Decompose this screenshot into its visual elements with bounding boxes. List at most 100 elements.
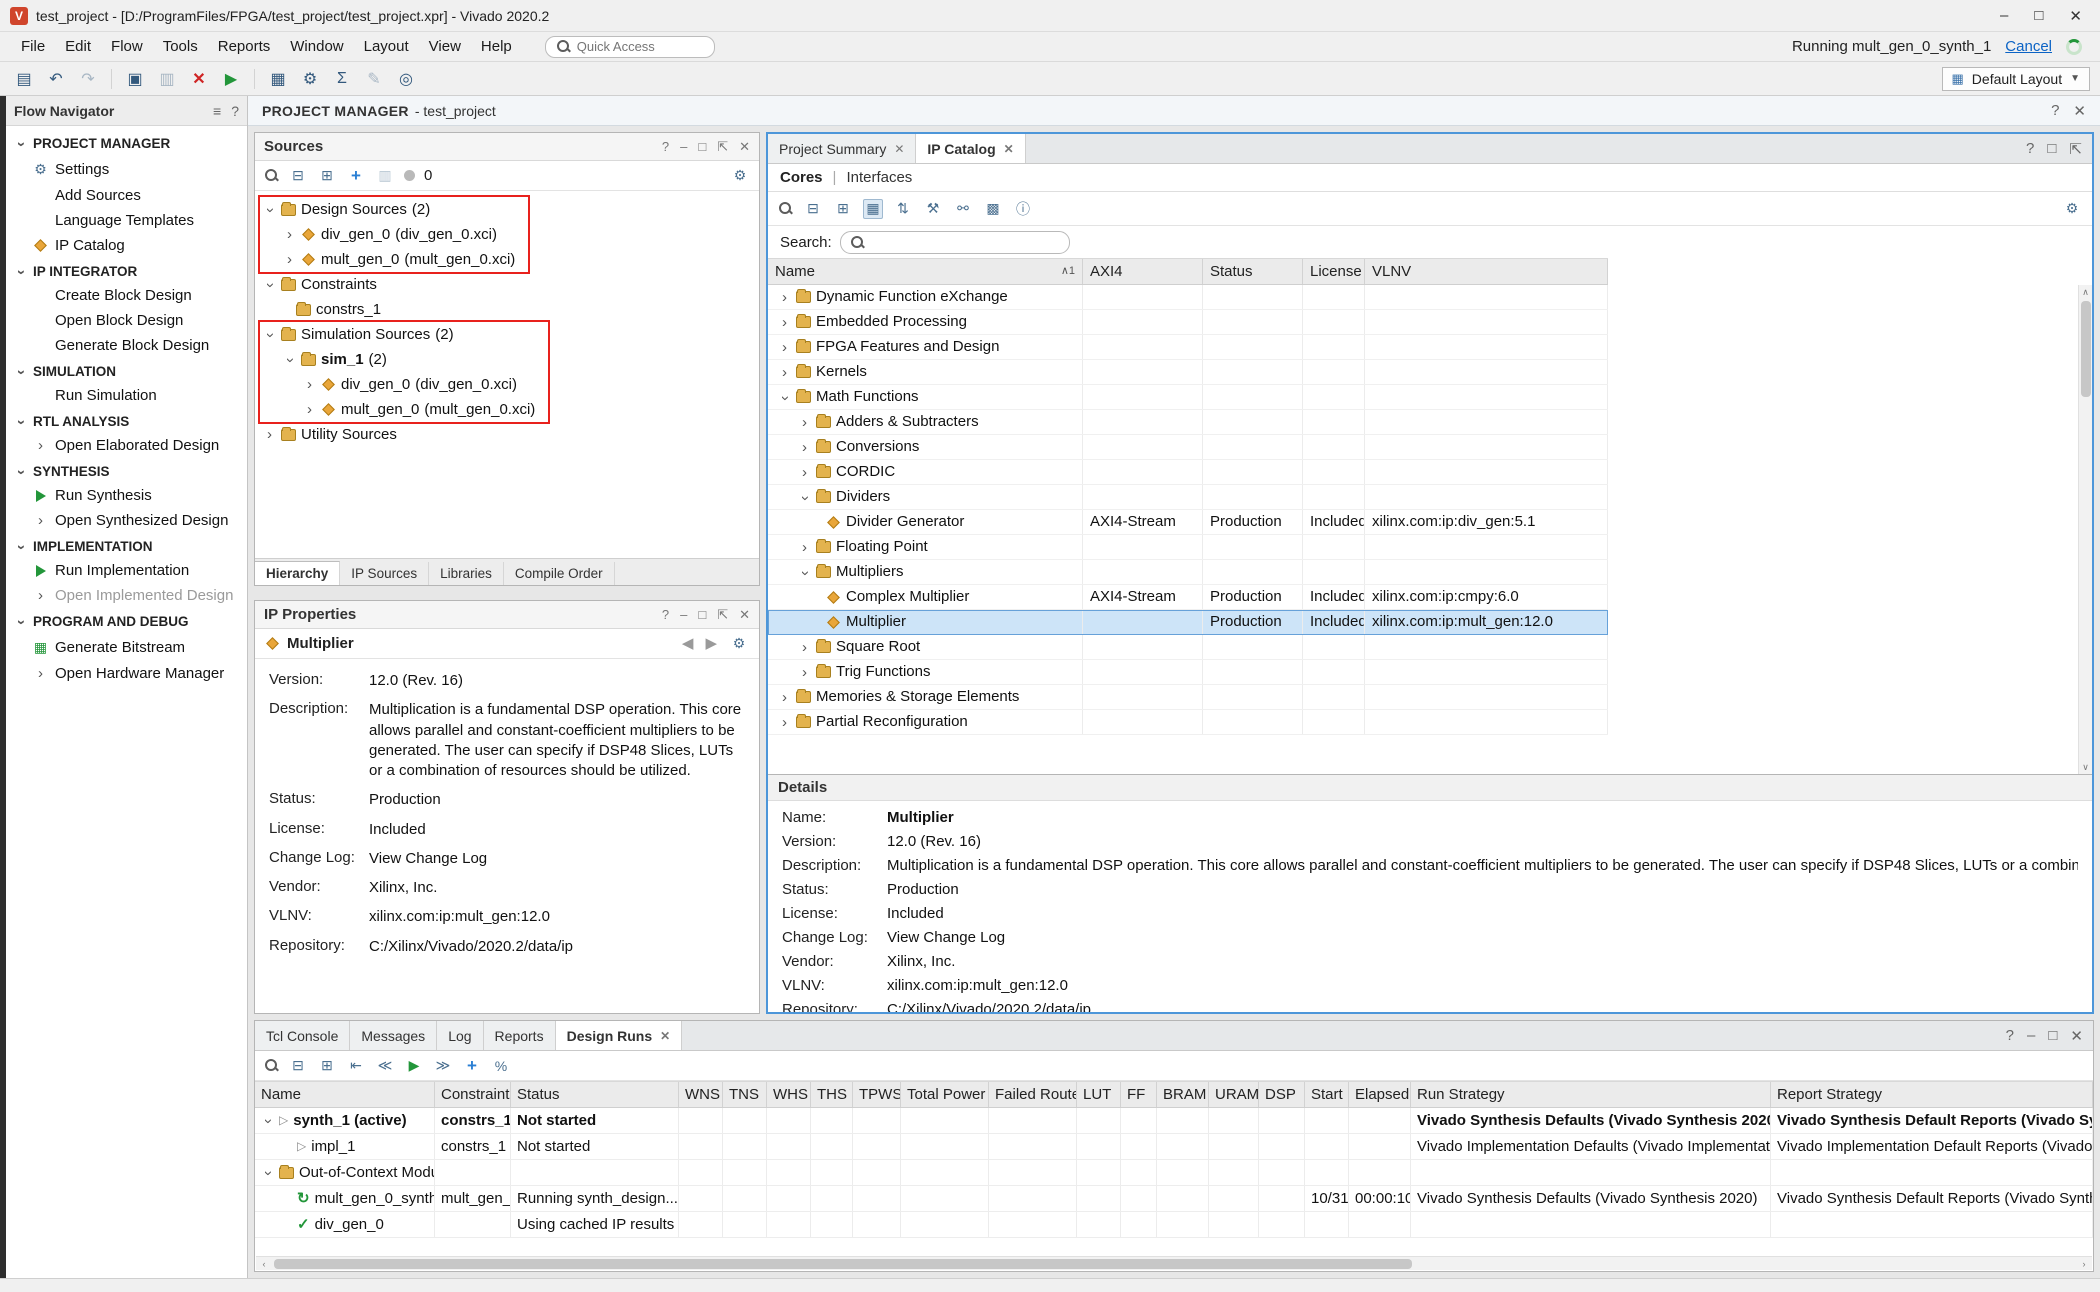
catalog-row[interactable]: ›Kernels xyxy=(768,360,1608,385)
run-icon[interactable]: ▶ xyxy=(217,66,245,92)
subtab-interfaces[interactable]: Interfaces xyxy=(846,169,912,186)
sidebar-item-run-simulation[interactable]: Run Simulation xyxy=(6,383,247,408)
chevron-right-icon[interactable]: › xyxy=(303,377,316,392)
tree-item-sim-mult-gen[interactable]: › mult_gen_0(mult_gen_0.xci) xyxy=(255,397,759,422)
column-header[interactable]: BRAM xyxy=(1157,1082,1209,1107)
flow-nav-section-ip-integrator[interactable]: › IP INTEGRATOR xyxy=(6,258,247,283)
chevron-down-icon[interactable]: › xyxy=(261,1115,276,1128)
stop-icon[interactable]: ✕ xyxy=(185,66,213,92)
column-header[interactable]: THS xyxy=(811,1082,853,1107)
collapse-all-icon[interactable]: ⊟ xyxy=(288,1056,308,1076)
scroll-down-icon[interactable]: ∨ xyxy=(2082,760,2089,774)
help-icon[interactable]: ? xyxy=(2051,102,2059,120)
tab-hierarchy[interactable]: Hierarchy xyxy=(255,561,340,585)
vertical-scrollbar[interactable]: ∧ ∨ xyxy=(2078,285,2092,774)
flow-nav-section-rtl-analysis[interactable]: › RTL ANALYSIS xyxy=(6,408,247,433)
catalog-row[interactable]: ›Embedded Processing xyxy=(768,310,1608,335)
close-icon[interactable]: ✕ xyxy=(894,142,904,156)
column-header-axi4[interactable]: AXI4 xyxy=(1083,259,1203,284)
help-icon[interactable]: ? xyxy=(2026,140,2034,157)
sidebar-item-open-synthesized-design[interactable]: › Open Synthesized Design xyxy=(6,508,247,533)
scroll-left-icon[interactable]: ‹ xyxy=(256,1259,272,1269)
chevron-down-icon[interactable]: › xyxy=(778,391,793,404)
maximize-icon[interactable]: □ xyxy=(2034,7,2043,25)
chevron-right-icon[interactable]: › xyxy=(778,315,791,330)
catalog-row-multiplier-selected[interactable]: Multiplier ProductionIncludedxilinx.com:… xyxy=(768,610,1608,635)
sidebar-item-create-block-design[interactable]: Create Block Design xyxy=(6,283,247,308)
scrollbar-thumb[interactable] xyxy=(274,1259,1412,1269)
column-header[interactable]: Constraints xyxy=(435,1082,511,1107)
chevron-down-icon[interactable]: › xyxy=(263,204,278,217)
catalog-row[interactable]: ›Square Root xyxy=(768,635,1608,660)
catalog-row-multipliers[interactable]: ›Multipliers xyxy=(768,560,1608,585)
sidebar-item-generate-bitstream[interactable]: ▦ Generate Bitstream xyxy=(6,633,247,661)
collapse-all-icon[interactable]: ⊟ xyxy=(288,166,308,186)
float-icon[interactable]: □ xyxy=(698,607,706,623)
sum-icon[interactable]: Σ xyxy=(328,66,356,92)
menu-window[interactable]: Window xyxy=(281,35,352,58)
catalog-row-divider-generator[interactable]: Divider Generator AXI4-StreamProductionI… xyxy=(768,510,1608,535)
minimize-icon[interactable]: – xyxy=(680,607,687,623)
menu-view[interactable]: View xyxy=(420,35,470,58)
cancel-run-link[interactable]: Cancel xyxy=(2005,38,2052,55)
flow-nav-section-program-and-debug[interactable]: › PROGRAM AND DEBUG xyxy=(6,608,247,633)
column-header-status[interactable]: Status xyxy=(1203,259,1303,284)
close-icon[interactable]: ✕ xyxy=(2073,102,2086,120)
chevron-right-icon[interactable]: › xyxy=(34,513,47,528)
expand-all-icon[interactable]: ⊞ xyxy=(317,1056,337,1076)
chevron-right-icon[interactable]: › xyxy=(778,690,791,705)
flow-nav-section-simulation[interactable]: › SIMULATION xyxy=(6,358,247,383)
sidebar-item-open-hardware-manager[interactable]: › Open Hardware Manager xyxy=(6,661,247,686)
report-icon[interactable]: ▣ xyxy=(121,66,149,92)
chevron-right-icon[interactable]: › xyxy=(798,665,811,680)
first-icon[interactable]: ⇤ xyxy=(346,1056,366,1076)
run-row-ooc-group[interactable]: ›Out-of-Context Module Runs xyxy=(255,1160,2093,1186)
search-icon[interactable] xyxy=(778,201,793,216)
tab-compile-order[interactable]: Compile Order xyxy=(504,562,615,585)
run-row-impl-1[interactable]: ▷impl_1 constrs_1 Not started Vivado Imp… xyxy=(255,1134,2093,1160)
chevron-down-icon[interactable]: › xyxy=(261,1167,276,1180)
run-icon[interactable]: ▶ xyxy=(404,1056,424,1076)
sidebar-item-ip-catalog[interactable]: IP Catalog xyxy=(6,233,247,258)
tab-libraries[interactable]: Libraries xyxy=(429,562,504,585)
column-header[interactable]: Run Strategy xyxy=(1411,1082,1771,1107)
run-row-div-gen[interactable]: ✓div_gen_0 Using cached IP results xyxy=(255,1212,2093,1238)
tab-log[interactable]: Log xyxy=(437,1021,483,1050)
chevron-right-icon[interactable]: › xyxy=(778,290,791,305)
catalog-row[interactable]: ›FPGA Features and Design xyxy=(768,335,1608,360)
column-header-vlnv[interactable]: VLNV xyxy=(1365,259,1608,284)
chevron-down-icon[interactable]: › xyxy=(798,566,813,579)
dock-icon[interactable]: ⇱ xyxy=(2069,140,2082,158)
chevron-right-icon[interactable]: › xyxy=(798,465,811,480)
back-icon[interactable]: ◀ xyxy=(682,634,694,654)
layout-selector[interactable]: ▦ Default Layout ▼ xyxy=(1942,67,2091,91)
run-row-synth-1[interactable]: ›▷synth_1 (active) constrs_1 Not started… xyxy=(255,1108,2093,1134)
search-icon[interactable] xyxy=(264,1058,279,1073)
chevron-right-icon[interactable]: › xyxy=(778,340,791,355)
column-header[interactable]: LUT xyxy=(1077,1082,1121,1107)
minimize-icon[interactable]: – xyxy=(2027,1027,2035,1044)
percent-icon[interactable]: % xyxy=(491,1056,511,1076)
tab-ip-catalog[interactable]: IP Catalog ✕ xyxy=(916,134,1025,163)
sidebar-item-open-implemented-design[interactable]: › Open Implemented Design xyxy=(6,583,247,608)
paste-icon[interactable]: ▥ xyxy=(153,66,181,92)
step-forward-icon[interactable]: ≫ xyxy=(433,1056,453,1076)
sidebar-item-settings[interactable]: ⚙ Settings xyxy=(6,155,247,183)
collapse-all-icon[interactable]: ⊟ xyxy=(803,199,823,219)
catalog-row-dividers[interactable]: ›Dividers xyxy=(768,485,1608,510)
flow-nav-section-synthesis[interactable]: › SYNTHESIS xyxy=(6,458,247,483)
close-icon[interactable]: ✕ xyxy=(2069,7,2082,25)
chevron-right-icon[interactable]: › xyxy=(34,588,47,603)
menu-flow[interactable]: Flow xyxy=(102,35,152,58)
tab-tcl-console[interactable]: Tcl Console xyxy=(255,1021,350,1050)
redo-icon[interactable]: ↷ xyxy=(74,66,102,92)
column-header[interactable]: Start xyxy=(1305,1082,1349,1107)
gear-icon[interactable]: ⚙ xyxy=(729,634,749,654)
sidebar-item-run-synthesis[interactable]: Run Synthesis xyxy=(6,483,247,508)
minimize-icon[interactable]: – xyxy=(2000,7,2008,25)
scroll-right-icon[interactable]: › xyxy=(2076,1259,2092,1269)
sidebar-item-add-sources[interactable]: Add Sources xyxy=(6,183,247,208)
chevron-right-icon[interactable]: › xyxy=(283,252,296,267)
dock-icon[interactable]: ⇱ xyxy=(717,139,728,155)
chevron-right-icon[interactable]: › xyxy=(263,427,276,442)
